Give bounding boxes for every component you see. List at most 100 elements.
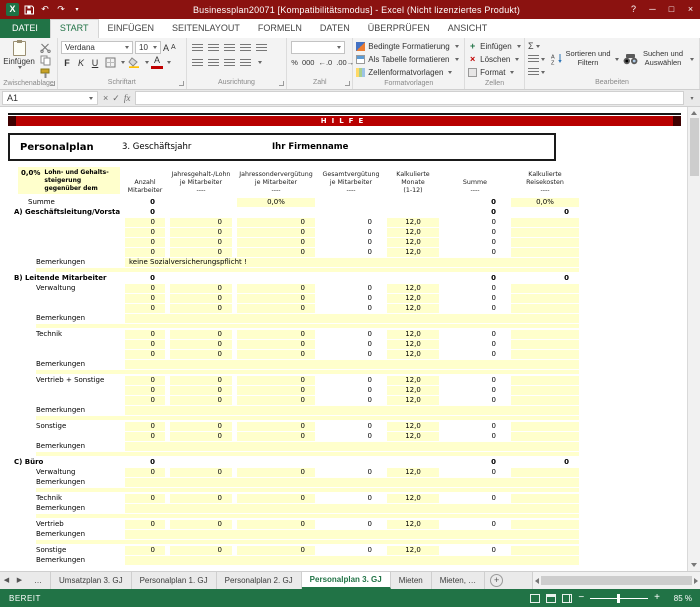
reisekosten-input-cell[interactable] [511, 376, 579, 385]
value-cell[interactable]: 0 [320, 396, 382, 405]
align-middle-icon[interactable] [208, 44, 219, 52]
section-reise-cell[interactable]: 0 [511, 458, 579, 467]
value-cell[interactable]: 0 [237, 218, 315, 227]
value-cell[interactable]: 0 [125, 238, 165, 247]
font-name-select[interactable]: Verdana [61, 41, 133, 54]
value-cell[interactable]: 0 [237, 304, 315, 313]
spacer-cell[interactable] [36, 452, 579, 456]
value-cell[interactable]: 0 [237, 284, 315, 293]
reisekosten-input-cell[interactable] [511, 386, 579, 395]
clear-button[interactable] [528, 66, 545, 78]
vertical-scroll-thumb[interactable] [690, 118, 699, 176]
confirm-entry-icon[interactable]: ✓ [112, 93, 120, 104]
column-header[interactable]: Anzahl Mitarbeiter [125, 179, 165, 195]
value-cell[interactable]: 12,0 [387, 248, 439, 257]
sum-total-cell[interactable]: 0 [444, 198, 506, 207]
value-cell[interactable]: 0 [444, 494, 506, 503]
value-cell[interactable]: 0 [170, 218, 232, 227]
align-right-icon[interactable] [224, 59, 235, 67]
dialog-launcher-icon[interactable] [50, 81, 55, 86]
value-cell[interactable]: 0 [170, 422, 232, 431]
spacer-cell[interactable] [36, 416, 579, 420]
value-cell[interactable]: 0 [125, 546, 165, 555]
dropdown-arrow-icon[interactable] [121, 61, 125, 64]
find-select-button[interactable]: Suchen und Auswählen [621, 40, 696, 78]
value-cell[interactable]: 0 [320, 386, 382, 395]
value-cell[interactable]: 0 [170, 520, 232, 529]
spacer-cell[interactable] [36, 268, 579, 272]
section-summe-cell[interactable]: 0 [444, 274, 506, 283]
align-bottom-icon[interactable] [224, 44, 235, 52]
value-cell[interactable]: 12,0 [387, 284, 439, 293]
subsection-label[interactable]: Sonstige [8, 422, 120, 430]
insert-cells-button[interactable]: + Einfügen [468, 40, 521, 53]
dialog-launcher-icon[interactable] [345, 81, 350, 86]
spacer-cell[interactable] [36, 324, 579, 328]
reisekosten-input-cell[interactable] [511, 350, 579, 359]
percent-style-icon[interactable]: % [291, 58, 298, 67]
value-cell[interactable]: 0 [170, 304, 232, 313]
value-cell[interactable]: 0 [170, 238, 232, 247]
section-label[interactable]: C) Büro [8, 458, 120, 466]
delete-cells-button[interactable]: × Löschen [468, 53, 521, 66]
column-header[interactable]: Kalkulierte Reisekosten ---- [511, 171, 579, 195]
scroll-down-icon[interactable] [691, 563, 697, 567]
reisekosten-input-cell[interactable] [511, 340, 579, 349]
sheet-tab[interactable]: Personalplan 3. GJ [302, 572, 391, 589]
column-header[interactable]: Jahresgehalt-/Lohn je Mitarbeiter ---- [170, 171, 232, 195]
save-icon[interactable] [23, 3, 35, 16]
bemerkungen-label[interactable]: Bemerkungen [8, 504, 120, 512]
value-cell[interactable]: 12,0 [387, 238, 439, 247]
sheet-tab[interactable]: Personalplan 1. GJ [132, 572, 217, 589]
value-cell[interactable]: 0 [320, 284, 382, 293]
section-summe-cell[interactable]: 0 [444, 208, 506, 217]
zoom-slider-thumb[interactable] [617, 594, 620, 603]
zoom-out-button[interactable]: − [578, 593, 584, 603]
value-cell[interactable]: 0 [320, 340, 382, 349]
merge-center-icon[interactable] [240, 59, 251, 67]
section-label[interactable]: A) Geschäftsleitung/Vorstand [8, 208, 120, 216]
reisekosten-input-cell[interactable] [511, 468, 579, 477]
value-cell[interactable]: 12,0 [387, 350, 439, 359]
spacer-cell[interactable] [36, 488, 579, 492]
bemerkungen-note-cell[interactable]: keine Sozialversicherungspflicht ! [125, 258, 579, 267]
value-cell[interactable]: 0 [320, 422, 382, 431]
value-cell[interactable]: 0 [444, 350, 506, 359]
value-cell[interactable]: 12,0 [387, 340, 439, 349]
dropdown-arrow-icon[interactable] [145, 61, 149, 64]
value-cell[interactable]: 12,0 [387, 376, 439, 385]
value-cell[interactable]: 0 [237, 422, 315, 431]
value-cell[interactable]: 0 [237, 386, 315, 395]
value-cell[interactable]: 12,0 [387, 432, 439, 441]
format-cells-button[interactable]: Format [468, 66, 521, 79]
value-cell[interactable]: 0 [237, 396, 315, 405]
qat-dropdown-icon[interactable]: ▾ [71, 3, 83, 16]
value-cell[interactable]: 0 [170, 396, 232, 405]
sonder-pct-cell[interactable]: 0,0% [237, 198, 315, 207]
value-cell[interactable]: 0 [320, 330, 382, 339]
value-cell[interactable]: 0 [320, 432, 382, 441]
sort-filter-button[interactable]: AZ Sortieren und Filtern [549, 40, 621, 78]
sheet-tab[interactable]: … [26, 572, 51, 589]
bemerkungen-label[interactable]: Bemerkungen [8, 530, 120, 538]
value-cell[interactable]: 12,0 [387, 520, 439, 529]
value-cell[interactable]: 0 [444, 376, 506, 385]
bemerkungen-label[interactable]: Bemerkungen [8, 360, 120, 368]
value-cell[interactable]: 12,0 [387, 494, 439, 503]
bemerkungen-note-cell[interactable] [125, 360, 579, 369]
maximize-button[interactable]: □ [662, 0, 681, 19]
bemerkungen-label[interactable]: Bemerkungen [8, 258, 120, 266]
value-cell[interactable]: 0 [125, 248, 165, 257]
bemerkungen-label[interactable]: Bemerkungen [8, 406, 120, 414]
value-cell[interactable]: 0 [444, 468, 506, 477]
sheet-tab[interactable]: Umsatzplan 3. GJ [51, 572, 132, 589]
dropdown-arrow-icon[interactable] [258, 61, 262, 64]
name-box[interactable]: A1 [2, 91, 98, 105]
value-cell[interactable]: 0 [170, 330, 232, 339]
formula-input[interactable] [135, 91, 684, 105]
ribbon-tab-einf-gen[interactable]: EINFÜGEN [99, 19, 164, 38]
page-break-view-icon[interactable] [562, 594, 572, 603]
reise-pct-cell[interactable]: 0,0% [511, 198, 579, 207]
subsection-label[interactable]: Technik [8, 330, 120, 338]
value-cell[interactable]: 0 [125, 396, 165, 405]
